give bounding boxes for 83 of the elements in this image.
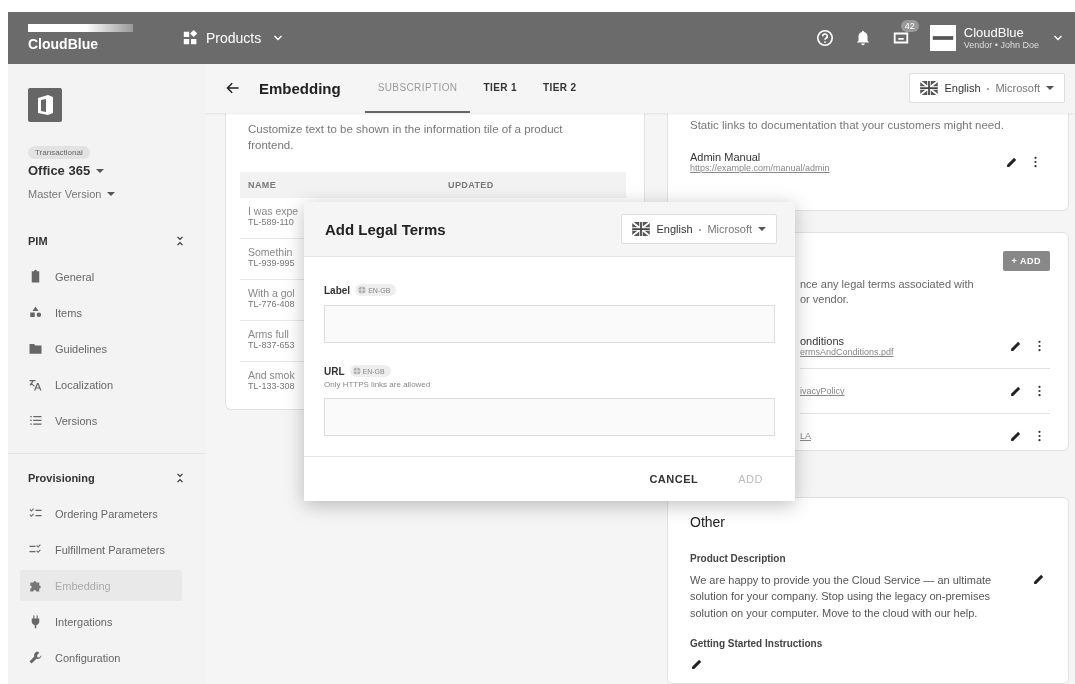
- input-field[interactable]: [324, 305, 775, 343]
- translate-icon: [28, 377, 43, 392]
- shapes-icon: [28, 305, 43, 320]
- help-icon[interactable]: [815, 29, 834, 47]
- cancel-button[interactable]: CANCEL: [645, 471, 703, 487]
- document-link[interactable]: ermsAndConditions.pdf: [800, 347, 1009, 358]
- edit-icon[interactable]: [1005, 155, 1019, 170]
- section-title: Getting Started Instructions: [690, 638, 823, 649]
- account-name: CloudBlue: [963, 24, 1025, 41]
- collapse-icon[interactable]: [175, 236, 185, 246]
- card-description: Static links to documentation that your customers might need.: [690, 117, 1005, 133]
- more-icon[interactable]: [1037, 429, 1042, 444]
- version-selector[interactable]: Master Version: [28, 188, 116, 200]
- edit-icon[interactable]: [1009, 429, 1023, 444]
- globe-icon: [352, 367, 361, 375]
- row-id: TL-776-408: [248, 298, 295, 309]
- row-name: Arms full: [248, 327, 289, 340]
- globe-icon: [358, 286, 367, 294]
- row-id: TL-939-995: [248, 257, 295, 268]
- more-icon[interactable]: [1033, 155, 1038, 170]
- edit-icon[interactable]: [690, 657, 704, 671]
- sidebar-item[interactable]: Fulfillment Parameters: [20, 534, 182, 565]
- section-title: Provisioning: [28, 472, 95, 484]
- more-icon[interactable]: [1037, 339, 1042, 354]
- document-link[interactable]: ivacyPolicy: [800, 386, 1009, 397]
- sidebar-item[interactable]: General: [20, 261, 182, 292]
- sidebar-item[interactable]: Intergations: [20, 606, 182, 637]
- add-button[interactable]: + ADD: [1002, 250, 1050, 271]
- section-title: Product Description: [690, 552, 786, 564]
- row-id: TL-133-308: [248, 380, 295, 391]
- input-field[interactable]: [324, 398, 775, 436]
- edit-icon[interactable]: [1009, 384, 1023, 399]
- column-header: UPDATED: [448, 179, 494, 190]
- row-id: TL-589-110: [248, 216, 294, 227]
- language-selector[interactable]: English • Microsoft: [909, 73, 1065, 104]
- field-label: Label: [324, 284, 351, 296]
- row-name: I was expe: [248, 204, 299, 217]
- sidebar-item[interactable]: Guidelines: [20, 333, 182, 364]
- grid-icon: [182, 29, 200, 47]
- list-icon: [28, 413, 43, 428]
- column-header: NAME: [248, 179, 278, 190]
- tab[interactable]: TIER 1: [470, 64, 530, 113]
- tab[interactable]: TIER 2: [530, 64, 590, 113]
- product-type-tag: Transactional: [28, 146, 90, 159]
- account-menu[interactable]: CloudBlue Vendor • John Doe: [929, 24, 1065, 52]
- collapse-icon[interactable]: [175, 473, 185, 483]
- card-title: Other: [690, 513, 726, 530]
- page-title: Embedding: [259, 79, 341, 97]
- product-selector[interactable]: Office 365: [28, 163, 105, 178]
- logo[interactable]: CloudBlue: [8, 24, 148, 52]
- row-id: TL-837-653: [248, 339, 295, 350]
- document-link[interactable]: https://example.com/manual/admin: [690, 163, 1005, 174]
- product-logo-icon: [28, 88, 62, 122]
- sidebar-item[interactable]: Localization: [20, 369, 182, 400]
- puzzle-icon: [28, 578, 43, 593]
- row-name: With a gol: [248, 286, 295, 299]
- row-name: Somethin: [248, 245, 293, 258]
- notification-badge: 42: [900, 20, 919, 32]
- row-name: And smok: [248, 368, 295, 381]
- flag-icon: [632, 222, 651, 236]
- sidebar-item[interactable]: Versions: [20, 405, 182, 436]
- wrench-icon: [28, 650, 43, 665]
- language-selector[interactable]: English • Microsoft: [621, 214, 777, 244]
- sidebar-item[interactable]: Items: [20, 297, 182, 328]
- field-hint: Only HTTPS links are allowed: [324, 380, 432, 389]
- card-description: Customize text to be shown in the information tile of a product frontend.: [248, 121, 564, 154]
- folder-icon: [28, 341, 43, 356]
- document-link[interactable]: LA: [800, 431, 1009, 442]
- flag-icon: [920, 81, 939, 96]
- edit-icon[interactable]: [1009, 339, 1023, 354]
- dialog-title: Add Legal Terms: [325, 220, 446, 238]
- account-avatar: [929, 25, 956, 51]
- section-text: We are happy to provide you the Cloud Service — an ultimate solution for your company. Stop using the legacy on-premises solution on your computer. Move to the cloud with our help.: [690, 572, 993, 621]
- products-menu[interactable]: Products: [182, 29, 286, 47]
- section-title: PIM: [28, 235, 48, 247]
- more-icon[interactable]: [1037, 384, 1042, 399]
- field-label: URL: [324, 365, 345, 377]
- sidebar-item[interactable]: Ordering Parameters: [20, 498, 182, 529]
- sidebar-item[interactable]: Configuration: [20, 642, 182, 673]
- card-description: nce any legal terms associated with or vendor.: [800, 276, 975, 308]
- document-title: Admin Manual: [690, 151, 762, 164]
- document-title: onditions: [800, 335, 846, 348]
- account-role: Vendor • John Doe: [963, 40, 1039, 52]
